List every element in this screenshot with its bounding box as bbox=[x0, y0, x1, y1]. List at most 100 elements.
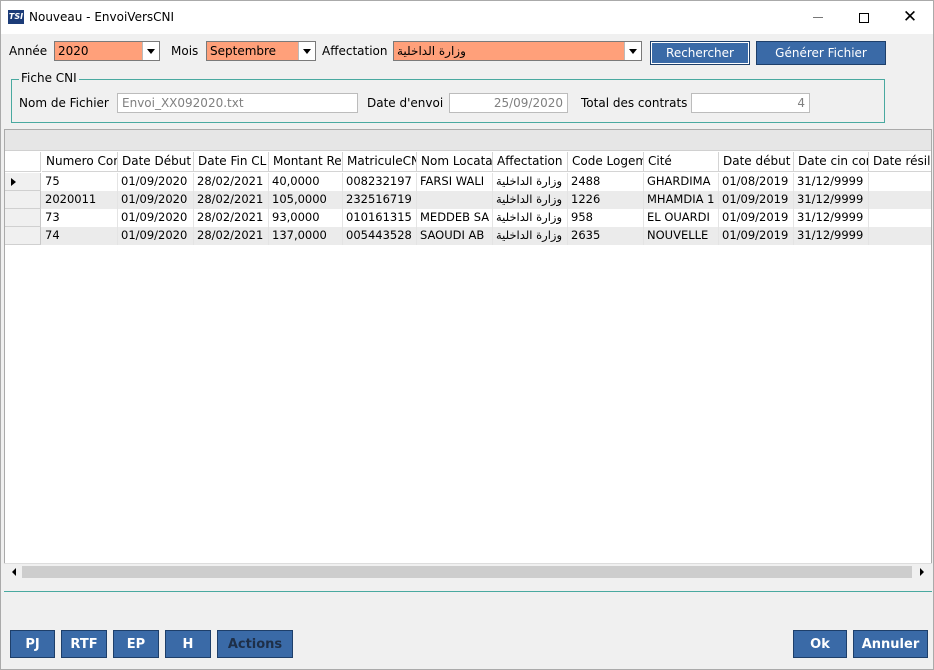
separator-line bbox=[4, 591, 932, 592]
column-header[interactable]: Cité bbox=[644, 152, 719, 172]
horizontal-scrollbar[interactable] bbox=[4, 563, 932, 579]
column-header[interactable]: Affectation bbox=[493, 152, 568, 172]
table-cell[interactable]: 31/12/9999 bbox=[794, 209, 869, 227]
column-header[interactable]: Code Logem bbox=[568, 152, 644, 172]
table-cell[interactable] bbox=[869, 209, 931, 227]
column-header[interactable]: Date début bbox=[719, 152, 794, 172]
column-header[interactable]: Nom Locatai bbox=[417, 152, 493, 172]
table-cell[interactable]: SAOUDI AB bbox=[417, 227, 493, 245]
total-contrats-field[interactable]: 4 bbox=[691, 93, 810, 113]
table-cell[interactable]: 28/02/2021 bbox=[194, 173, 269, 191]
table-cell[interactable]: 75 bbox=[42, 173, 118, 191]
annee-dropdown-arrow[interactable] bbox=[142, 42, 159, 60]
table-cell[interactable] bbox=[417, 191, 493, 209]
table-cell[interactable]: 01/09/2020 bbox=[118, 209, 194, 227]
table-cell[interactable]: 01/09/2020 bbox=[118, 227, 194, 245]
row-selector[interactable] bbox=[5, 227, 41, 245]
table-cell[interactable]: 010161315 bbox=[343, 209, 417, 227]
mois-combo[interactable]: Septembre bbox=[206, 41, 316, 61]
table-cell[interactable]: NOUVELLE bbox=[644, 227, 719, 245]
table-row[interactable]: 75 01/09/2020 28/02/2021 40,0000 008232197 FA… bbox=[5, 173, 931, 191]
column-header[interactable]: Date Fin CL bbox=[194, 152, 269, 172]
group-by-band[interactable] bbox=[5, 130, 931, 151]
table-cell[interactable]: 01/08/2019 bbox=[719, 173, 794, 191]
minimize-button[interactable] bbox=[795, 1, 841, 34]
table-row[interactable]: 74 01/09/2020 28/02/2021 137,0000 005443528 S… bbox=[5, 227, 931, 245]
pj-button[interactable]: PJ bbox=[10, 630, 55, 658]
table-cell[interactable]: 137,0000 bbox=[269, 227, 343, 245]
affectation-combo[interactable]: وزارة الداخلية bbox=[393, 41, 642, 61]
table-cell[interactable]: 74 bbox=[42, 227, 118, 245]
table-row[interactable]: 73 01/09/2020 28/02/2021 93,0000 010161315 ME… bbox=[5, 209, 931, 227]
row-selector[interactable] bbox=[5, 173, 41, 191]
table-cell[interactable]: 105,0000 bbox=[269, 191, 343, 209]
column-header[interactable]: MatriculeCN bbox=[343, 152, 417, 172]
table-cell[interactable]: MHAMDIA 1 bbox=[644, 191, 719, 209]
table-cell[interactable]: 31/12/9999 bbox=[794, 227, 869, 245]
h-button[interactable]: H bbox=[165, 630, 211, 658]
table-cell[interactable]: GHARDIMA bbox=[644, 173, 719, 191]
maximize-button[interactable] bbox=[841, 1, 887, 34]
table-cell[interactable]: 008232197 bbox=[343, 173, 417, 191]
table-cell[interactable]: 1226 bbox=[568, 191, 644, 209]
window-title: Nouveau - EnvoiVersCNI bbox=[29, 10, 175, 24]
table-cell[interactable]: 01/09/2019 bbox=[719, 191, 794, 209]
annee-combo[interactable]: 2020 bbox=[54, 41, 160, 61]
table-cell[interactable]: 28/02/2021 bbox=[194, 227, 269, 245]
row-selector[interactable] bbox=[5, 209, 41, 227]
table-cell[interactable]: 2488 bbox=[568, 173, 644, 191]
title-bar[interactable]: TSI Nouveau - EnvoiVersCNI ✕ bbox=[1, 1, 933, 34]
table-cell[interactable]: وزارة الداخلية bbox=[493, 227, 568, 245]
minimize-icon bbox=[813, 17, 823, 18]
table-cell[interactable]: 232516719 bbox=[343, 191, 417, 209]
table-cell[interactable]: 958 bbox=[568, 209, 644, 227]
row-selector[interactable] bbox=[5, 191, 41, 209]
rechercher-button[interactable]: Rechercher bbox=[650, 41, 750, 65]
mois-dropdown-arrow[interactable] bbox=[298, 42, 315, 60]
column-header[interactable]: Numero Con bbox=[42, 152, 118, 172]
table-cell[interactable]: 73 bbox=[42, 209, 118, 227]
affectation-dropdown-arrow[interactable] bbox=[624, 42, 641, 60]
table-cell[interactable]: FARSI WALI bbox=[417, 173, 493, 191]
column-header[interactable]: Date cin con bbox=[794, 152, 869, 172]
actions-button[interactable]: Actions bbox=[217, 630, 293, 658]
table-cell[interactable]: 005443528 bbox=[343, 227, 417, 245]
table-cell[interactable]: 01/09/2019 bbox=[719, 227, 794, 245]
date-envoi-field[interactable]: 25/09/2020 bbox=[449, 93, 568, 113]
ok-button[interactable]: Ok bbox=[793, 630, 847, 658]
table-cell[interactable]: EL OUARDI bbox=[644, 209, 719, 227]
scrollbar-thumb[interactable] bbox=[22, 566, 912, 578]
annuler-button[interactable]: Annuler bbox=[853, 630, 928, 658]
nom-fichier-field[interactable]: Envoi_XX092020.txt bbox=[117, 93, 358, 113]
table-cell[interactable] bbox=[869, 191, 931, 209]
table-cell[interactable] bbox=[869, 227, 931, 245]
contracts-grid[interactable]: Numero Con Date Début Date Fin CL Montant R… bbox=[4, 129, 932, 579]
close-button[interactable]: ✕ bbox=[887, 1, 933, 34]
scroll-left-button[interactable] bbox=[6, 564, 22, 580]
table-cell[interactable]: 31/12/9999 bbox=[794, 173, 869, 191]
table-cell[interactable]: وزارة الداخلية bbox=[493, 209, 568, 227]
table-cell[interactable] bbox=[869, 173, 931, 191]
column-header[interactable]: Montant Ret bbox=[269, 152, 343, 172]
rtf-button[interactable]: RTF bbox=[61, 630, 107, 658]
table-cell[interactable]: 2635 bbox=[568, 227, 644, 245]
table-cell[interactable]: 93,0000 bbox=[269, 209, 343, 227]
table-cell[interactable]: 40,0000 bbox=[269, 173, 343, 191]
table-cell[interactable]: 01/09/2020 bbox=[118, 191, 194, 209]
table-cell[interactable]: 28/02/2021 bbox=[194, 209, 269, 227]
table-cell[interactable]: 01/09/2019 bbox=[719, 209, 794, 227]
table-cell[interactable]: 31/12/9999 bbox=[794, 191, 869, 209]
column-header[interactable]: Date Début bbox=[118, 152, 194, 172]
table-cell[interactable]: 2020011 bbox=[42, 191, 118, 209]
table-row[interactable]: 2020011 01/09/2020 28/02/2021 105,0000 23251… bbox=[5, 191, 931, 209]
ep-button[interactable]: EP bbox=[113, 630, 159, 658]
table-cell[interactable]: وزارة الداخلية bbox=[493, 173, 568, 191]
generer-fichier-button[interactable]: Générer Fichier bbox=[756, 41, 886, 65]
table-cell[interactable]: 01/09/2020 bbox=[118, 173, 194, 191]
table-cell[interactable]: 28/02/2021 bbox=[194, 191, 269, 209]
nom-fichier-label: Nom de Fichier bbox=[19, 96, 109, 110]
table-cell[interactable]: MEDDEB SA bbox=[417, 209, 493, 227]
table-cell[interactable]: وزارة الداخلية bbox=[493, 191, 568, 209]
column-header[interactable]: Date résilia bbox=[869, 152, 931, 172]
scroll-right-button[interactable] bbox=[914, 564, 930, 580]
